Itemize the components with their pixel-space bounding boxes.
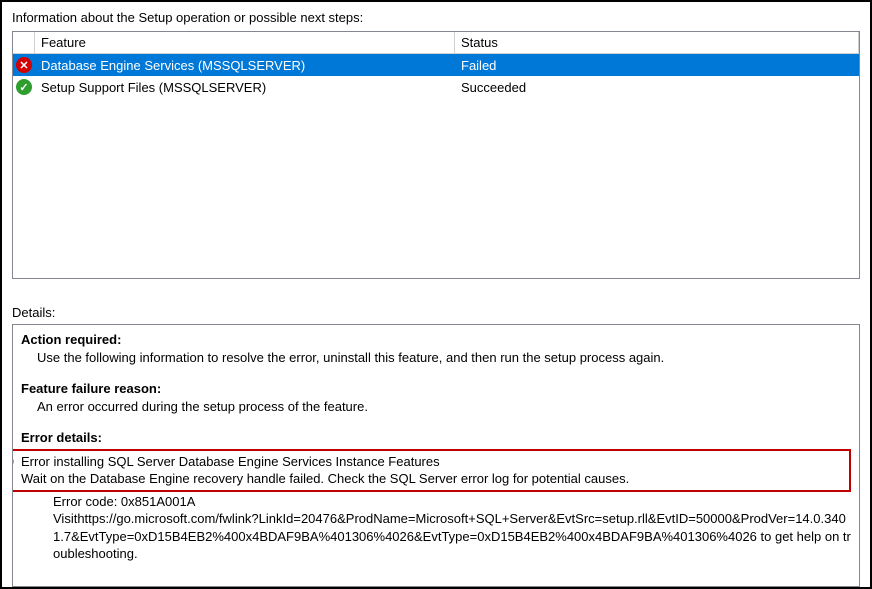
error-line-1: Error installing SQL Server Database Eng… [21,453,847,471]
feature-status-table: Feature Status ✕ Database Engine Service… [12,31,860,279]
feature-cell: Database Engine Services (MSSQLSERVER) [35,56,455,75]
col-icon-header [13,32,35,53]
table-header-row: Feature Status [13,32,859,54]
action-required-text: Use the following information to resolve… [21,349,851,367]
details-panel: Action required: Use the following infor… [12,324,860,587]
details-heading: Details: [12,305,860,320]
error-icon: ✕ [13,57,35,73]
success-icon: ✓ [13,79,35,95]
error-link-text: Visithttps://go.microsoft.com/fwlink?Lin… [21,510,851,563]
status-cell: Succeeded [455,78,859,97]
error-code-text: Error code: 0x851A001A [21,493,851,511]
status-cell: Failed [455,56,859,75]
info-heading: Information about the Setup operation or… [12,10,860,25]
error-details-heading: Error details: [21,429,851,447]
table-row[interactable]: ✓ Setup Support Files (MSSQLSERVER) Succ… [13,76,859,98]
col-status-header[interactable]: Status [455,32,859,53]
col-feature-header[interactable]: Feature [35,32,455,53]
action-required-heading: Action required: [21,331,851,349]
failure-reason-heading: Feature failure reason: [21,380,851,398]
table-row[interactable]: ✕ Database Engine Services (MSSQLSERVER)… [13,54,859,76]
feature-cell: Setup Support Files (MSSQLSERVER) [35,78,455,97]
error-line-2: Wait on the Database Engine recovery han… [21,470,847,488]
error-highlight-box: Error installing SQL Server Database Eng… [12,449,851,492]
failure-reason-text: An error occurred during the setup proce… [21,398,851,416]
